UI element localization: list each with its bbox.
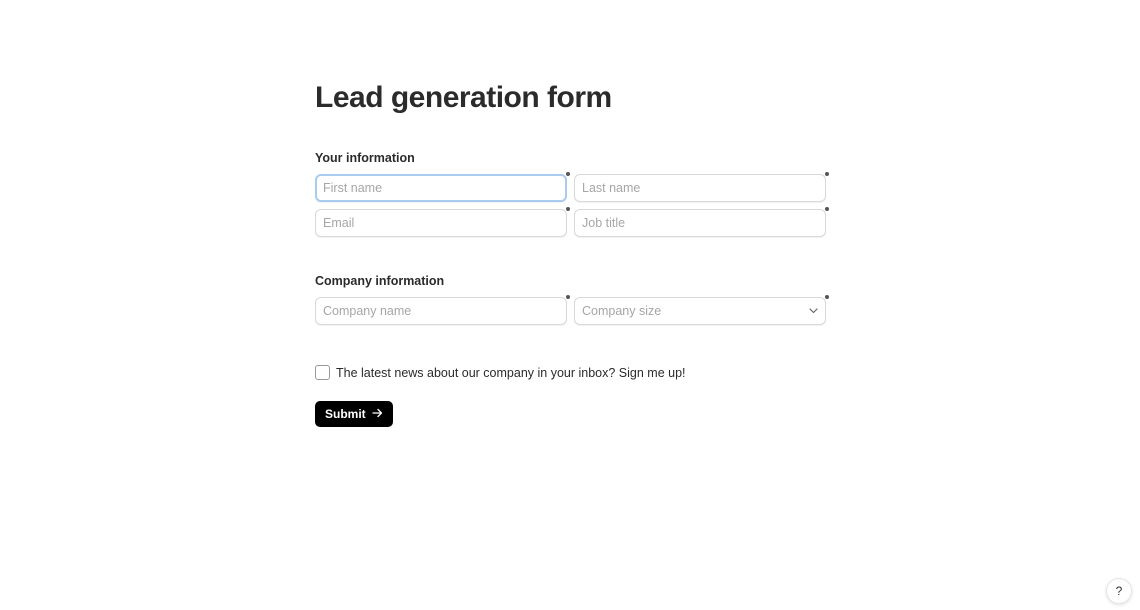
newsletter-row: The latest news about our company in you… [315, 365, 827, 380]
company-size-placeholder: Company size [582, 304, 662, 318]
chevron-down-icon [808, 306, 818, 316]
required-dot-icon [825, 172, 829, 176]
company-size-field-wrapper: Company size [574, 295, 829, 325]
section-label-company-information: Company information [315, 274, 445, 288]
first-name-field-wrapper [315, 172, 570, 202]
company-name-field-wrapper [315, 295, 570, 325]
page-title: Lead generation form [315, 81, 612, 114]
help-button[interactable]: ? [1106, 578, 1132, 604]
last-name-input[interactable] [574, 174, 826, 202]
submit-label: Submit [325, 407, 366, 421]
job-title-field-wrapper [574, 207, 829, 237]
lead-form: Lead generation form Your information Co… [315, 80, 829, 427]
required-dot-icon [566, 207, 570, 211]
required-dot-icon [825, 295, 829, 299]
company-size-select[interactable]: Company size [574, 297, 826, 325]
submit-button[interactable]: Submit [315, 401, 393, 427]
newsletter-label[interactable]: The latest news about our company in you… [336, 366, 686, 380]
email-field-wrapper [315, 207, 570, 237]
required-dot-icon [566, 295, 570, 299]
company-row: Company size [315, 295, 829, 325]
contact-row [315, 207, 829, 237]
newsletter-checkbox[interactable] [315, 365, 330, 380]
name-row [315, 172, 829, 202]
company-name-input[interactable] [315, 297, 567, 325]
job-title-input[interactable] [574, 209, 826, 237]
required-dot-icon [566, 172, 570, 176]
help-label: ? [1115, 584, 1123, 598]
page: Lead generation form Your information Co… [0, 0, 1140, 610]
first-name-input[interactable] [315, 174, 567, 202]
last-name-field-wrapper [574, 172, 829, 202]
email-input[interactable] [315, 209, 567, 237]
arrow-right-icon [372, 407, 383, 421]
section-label-your-information: Your information [315, 151, 415, 165]
required-dot-icon [825, 207, 829, 211]
